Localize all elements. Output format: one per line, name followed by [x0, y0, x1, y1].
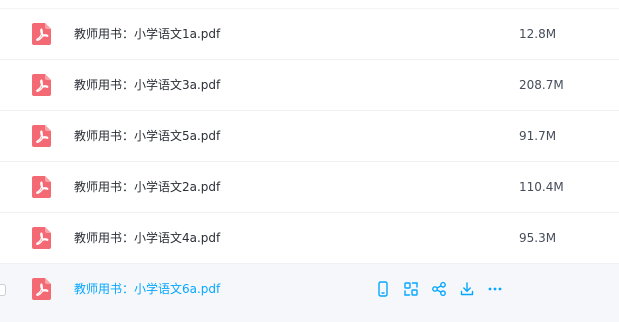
share-icon[interactable] — [430, 280, 448, 298]
file-row[interactable]: 教师用书：小学语文3a.pdf 208.7M — [0, 59, 619, 110]
file-row[interactable]: 教师用书：小学语文2a.pdf 110.4M — [0, 161, 619, 212]
pdf-file-icon — [32, 278, 51, 300]
file-name[interactable]: 教师用书：小学语文1a.pdf — [74, 27, 220, 41]
file-name[interactable]: 教师用书：小学语文4a.pdf — [74, 231, 220, 245]
file-row[interactable]: 教师用书：小学语文5a.pdf 91.7M — [0, 110, 619, 161]
pdf-file-icon — [32, 125, 51, 147]
mobile-icon[interactable] — [374, 280, 392, 298]
file-name[interactable]: 教师用书：小学语文2a.pdf — [74, 180, 220, 194]
pdf-file-icon — [32, 74, 51, 96]
download-icon[interactable] — [458, 280, 476, 298]
file-size: 95.3M — [519, 231, 557, 245]
file-size: 12.8M — [519, 27, 557, 41]
file-size: 208.7M — [519, 78, 564, 92]
pdf-file-icon — [32, 227, 51, 249]
file-row-hovered[interactable]: 教师用书：小学语文6a.pdf — [0, 263, 619, 322]
file-row[interactable]: 教师用书：小学语文4a.pdf 95.3M — [0, 212, 619, 263]
qr-scan-icon[interactable] — [402, 280, 420, 298]
pdf-file-icon — [32, 176, 51, 198]
file-row[interactable]: 教师用书：小学语文1a.pdf 12.8M — [0, 8, 619, 59]
pdf-file-icon — [32, 23, 51, 45]
row-checkbox[interactable] — [0, 284, 6, 296]
more-icon[interactable] — [486, 280, 504, 298]
file-name[interactable]: 教师用书：小学语文3a.pdf — [74, 78, 220, 92]
file-size: 91.7M — [519, 129, 557, 143]
file-name[interactable]: 教师用书：小学语文5a.pdf — [74, 129, 220, 143]
row-actions — [374, 280, 514, 298]
file-name[interactable]: 教师用书：小学语文6a.pdf — [74, 282, 220, 296]
file-size: 110.4M — [519, 180, 564, 194]
file-list: 教师用书：小学语文1a.pdf 12.8M 教师用书：小学语文3a.pdf 20… — [0, 0, 619, 322]
